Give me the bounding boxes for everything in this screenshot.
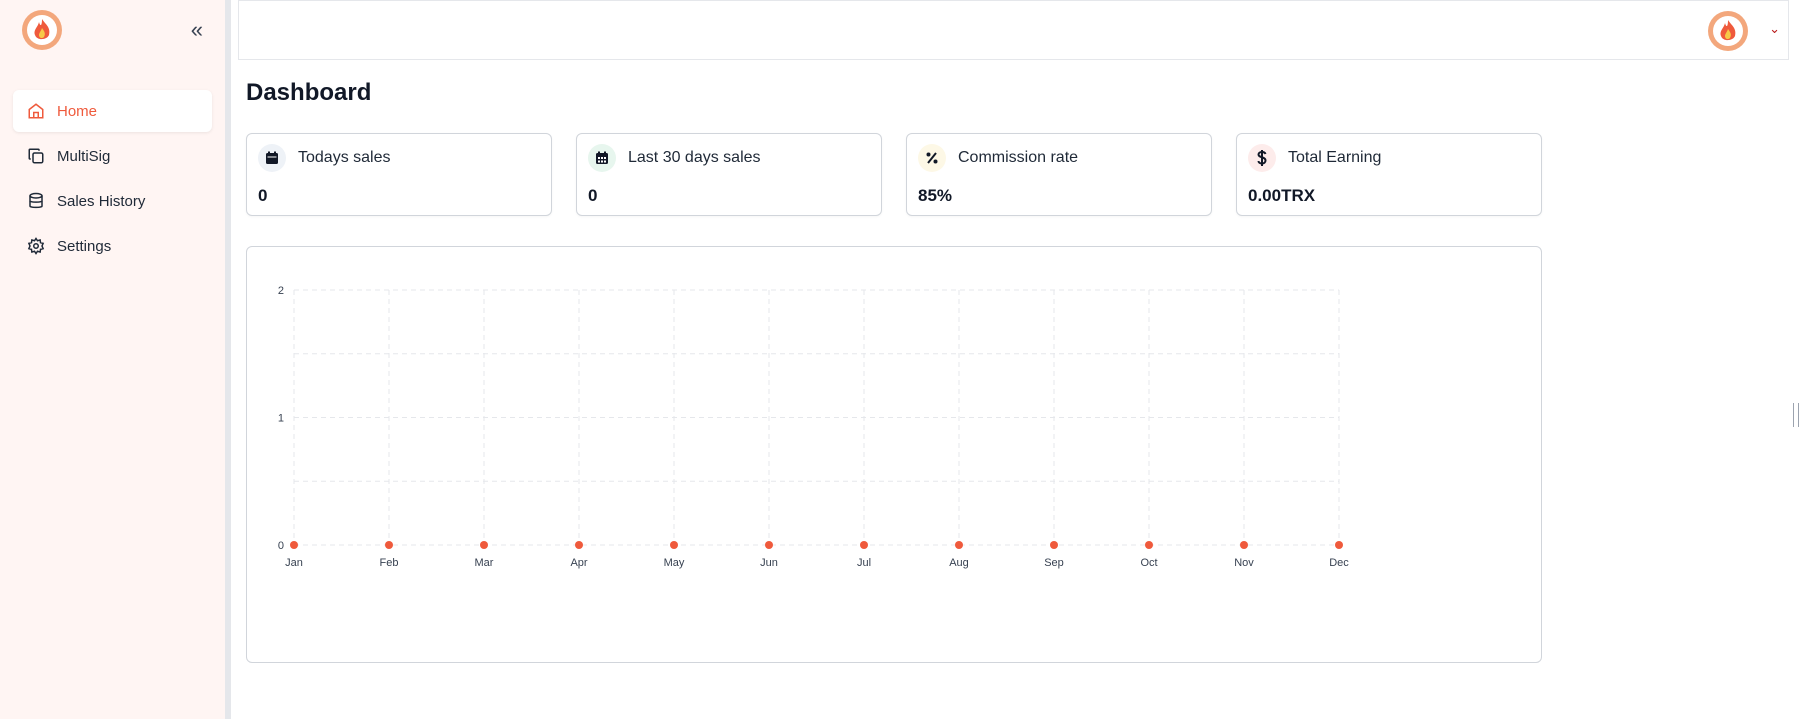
x-tick-label: Jun [760, 557, 778, 569]
sales-chart: 0 1 2 Jan Feb Mar Apr May Jun Jul Aug Sep Oct Nov Dec [246, 246, 1542, 663]
data-point[interactable] [955, 541, 963, 549]
x-tick-label: Dec [1329, 557, 1349, 569]
flame-icon [27, 15, 57, 45]
card-label: Last 30 days sales [628, 149, 761, 166]
card-value: 0 [588, 186, 598, 205]
stat-card-last-30-days-sales: Last 30 days sales 0 [576, 133, 882, 216]
data-point[interactable] [385, 541, 393, 549]
calendar-grid-icon [588, 144, 616, 172]
x-tick-label: Mar [475, 557, 494, 569]
flame-icon [1713, 16, 1743, 46]
y-tick-label: 2 [278, 285, 284, 297]
user-avatar[interactable] [1708, 11, 1748, 51]
stat-card-total-earning: Total Earning 0.00TRX [1236, 133, 1542, 216]
sidebar-item-sales-history[interactable]: Sales History [13, 180, 212, 222]
data-point[interactable] [480, 541, 488, 549]
page-title: Dashboard [246, 79, 372, 106]
sidebar-item-label: Settings [57, 237, 112, 255]
scrollbar-grip[interactable] [1793, 403, 1799, 427]
copy-icon [28, 148, 44, 164]
data-point[interactable] [1240, 541, 1248, 549]
x-tick-label: Sep [1044, 557, 1064, 569]
collapse-sidebar-button[interactable]: « [191, 19, 203, 41]
sidebar-nav: Home MultiSig Sales History Settings [0, 90, 225, 267]
line-chart: 0 1 2 Jan Feb Mar Apr May Jun Jul Aug Sep Oct Nov Dec [278, 285, 1349, 569]
data-point[interactable] [765, 541, 773, 549]
card-label: Commission rate [958, 149, 1079, 166]
chevron-down-icon[interactable]: ⌄ [1769, 21, 1780, 37]
sidebar-item-label: MultiSig [57, 147, 111, 165]
card-label: Total Earning [1288, 149, 1382, 166]
home-icon [28, 103, 44, 119]
x-tick-label: Oct [1140, 557, 1157, 569]
stat-card-todays-sales: Todays sales 0 [246, 133, 552, 216]
gear-icon [27, 237, 45, 255]
sidebar-brand: « [0, 0, 225, 60]
sidebar-item-label: Home [57, 102, 98, 120]
x-tick-label: Aug [949, 557, 969, 569]
card-label: Todays sales [298, 149, 391, 166]
data-point[interactable] [1335, 541, 1343, 549]
percent-icon [918, 144, 946, 172]
x-tick-label: Jul [857, 557, 871, 569]
data-point[interactable] [670, 541, 678, 549]
sidebar-item-home[interactable]: Home [13, 90, 212, 132]
sidebar: « Home MultiSig Sales History Settings [0, 0, 231, 719]
data-point[interactable] [290, 541, 298, 549]
database-icon [29, 192, 43, 209]
data-point[interactable] [860, 541, 868, 549]
stat-card-commission-rate: Commission rate 85% [906, 133, 1212, 216]
data-point[interactable] [1050, 541, 1058, 549]
y-tick-label: 1 [278, 413, 284, 425]
sidebar-item-multisig[interactable]: MultiSig [13, 135, 212, 177]
y-tick-label: 0 [278, 540, 284, 552]
sidebar-item-label: Sales History [57, 192, 146, 210]
top-bar: ⌄ [238, 0, 1789, 60]
x-tick-label: Apr [570, 557, 587, 569]
dollar-icon [1248, 144, 1276, 172]
x-tick-label: Jan [285, 557, 303, 569]
main-content: Dashboard Todays sales 0 Last 30 days sa… [238, 60, 1789, 719]
logo[interactable] [22, 10, 62, 50]
x-tick-label: Feb [380, 557, 399, 569]
data-point[interactable] [1145, 541, 1153, 549]
calendar-icon [258, 144, 286, 172]
sidebar-item-settings[interactable]: Settings [13, 225, 212, 267]
card-value: 85% [918, 186, 953, 205]
x-tick-label: May [664, 557, 685, 569]
data-point[interactable] [575, 541, 583, 549]
x-tick-label: Nov [1234, 557, 1254, 569]
card-value: 0 [258, 186, 268, 205]
card-value: 0.00TRX [1248, 186, 1316, 205]
